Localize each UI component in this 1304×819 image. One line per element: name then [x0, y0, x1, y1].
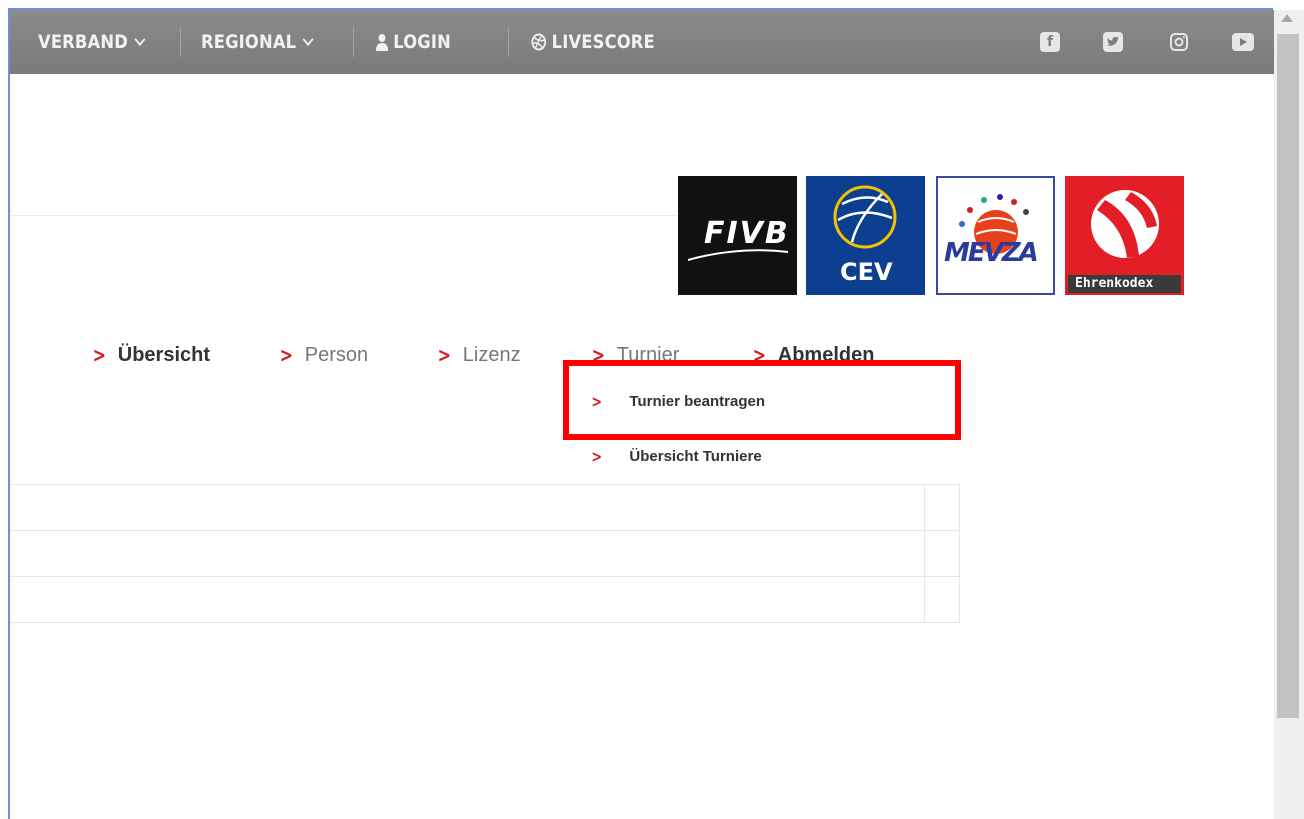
table-row	[10, 576, 960, 623]
chevron-right-icon: >	[437, 343, 452, 367]
chevron-down-icon	[134, 33, 146, 46]
dribbble-ball-icon	[531, 33, 547, 51]
window-frame-left	[8, 8, 10, 819]
nav-livescore[interactable]: LIVESCORE	[531, 31, 655, 53]
fivb-logo-text: FIVB	[704, 216, 790, 251]
nav-login[interactable]: LOGIN	[376, 31, 451, 53]
divider-line	[10, 215, 680, 216]
nav-divider	[180, 27, 181, 57]
nav-divider	[353, 27, 354, 57]
subnav-uebersicht-label: Übersicht	[117, 343, 211, 366]
twitter-icon[interactable]	[1103, 32, 1123, 52]
table-cell-divider	[924, 531, 925, 576]
nav-livescore-label: LIVESCORE	[551, 31, 655, 53]
dropdown-item-uebersicht-turniere[interactable]: > Übersicht Turniere	[590, 447, 762, 466]
mevza-logo[interactable]: MEVZA	[936, 176, 1055, 295]
nav-regional[interactable]: REGIONAL	[201, 31, 314, 53]
nav-verband-label: VERBAND	[38, 31, 128, 53]
nav-regional-label: REGIONAL	[201, 31, 297, 53]
subnav-lizenz-label: Lizenz	[462, 343, 521, 366]
chevron-right-icon: >	[92, 343, 107, 367]
cev-logo-text: CEV	[840, 258, 893, 286]
table-border-right	[959, 484, 960, 622]
subnav-person[interactable]: > Person	[278, 343, 368, 367]
chevron-down-icon	[302, 33, 314, 46]
top-navigation-bar: VERBAND REGIONAL LOGIN LIVESCORE f	[10, 10, 1274, 74]
subnav-person-label: Person	[304, 343, 369, 366]
ehrenkodex-logo[interactable]: Ehrenkodex	[1065, 176, 1184, 295]
subnav-uebersicht[interactable]: > Übersicht	[91, 343, 210, 367]
scrollbar-thumb[interactable]	[1277, 34, 1299, 718]
table-row	[10, 484, 960, 530]
highlight-box	[563, 360, 961, 440]
nav-login-label: LOGIN	[393, 31, 451, 53]
instagram-icon[interactable]	[1169, 32, 1189, 52]
scroll-up-arrow-icon[interactable]	[1281, 14, 1293, 22]
dropdown-item-label: Übersicht Turniere	[629, 448, 762, 465]
nav-verband[interactable]: VERBAND	[38, 31, 146, 53]
mevza-logo-text: MEVZA	[944, 238, 1039, 268]
cev-logo[interactable]: CEV	[806, 176, 925, 295]
chevron-right-icon: >	[279, 343, 294, 367]
facebook-icon[interactable]: f	[1040, 32, 1060, 52]
data-table	[10, 484, 960, 623]
user-icon	[376, 34, 389, 51]
table-row	[10, 530, 960, 576]
table-cell-divider	[924, 577, 925, 622]
chevron-right-icon: >	[591, 447, 603, 466]
youtube-icon[interactable]	[1232, 33, 1254, 51]
fivb-logo[interactable]: FIVB	[678, 176, 797, 295]
subnav-lizenz[interactable]: > Lizenz	[436, 343, 521, 367]
ehrenkodex-logo-text: Ehrenkodex	[1075, 276, 1154, 291]
table-cell-divider	[924, 485, 925, 530]
nav-divider	[508, 27, 509, 57]
